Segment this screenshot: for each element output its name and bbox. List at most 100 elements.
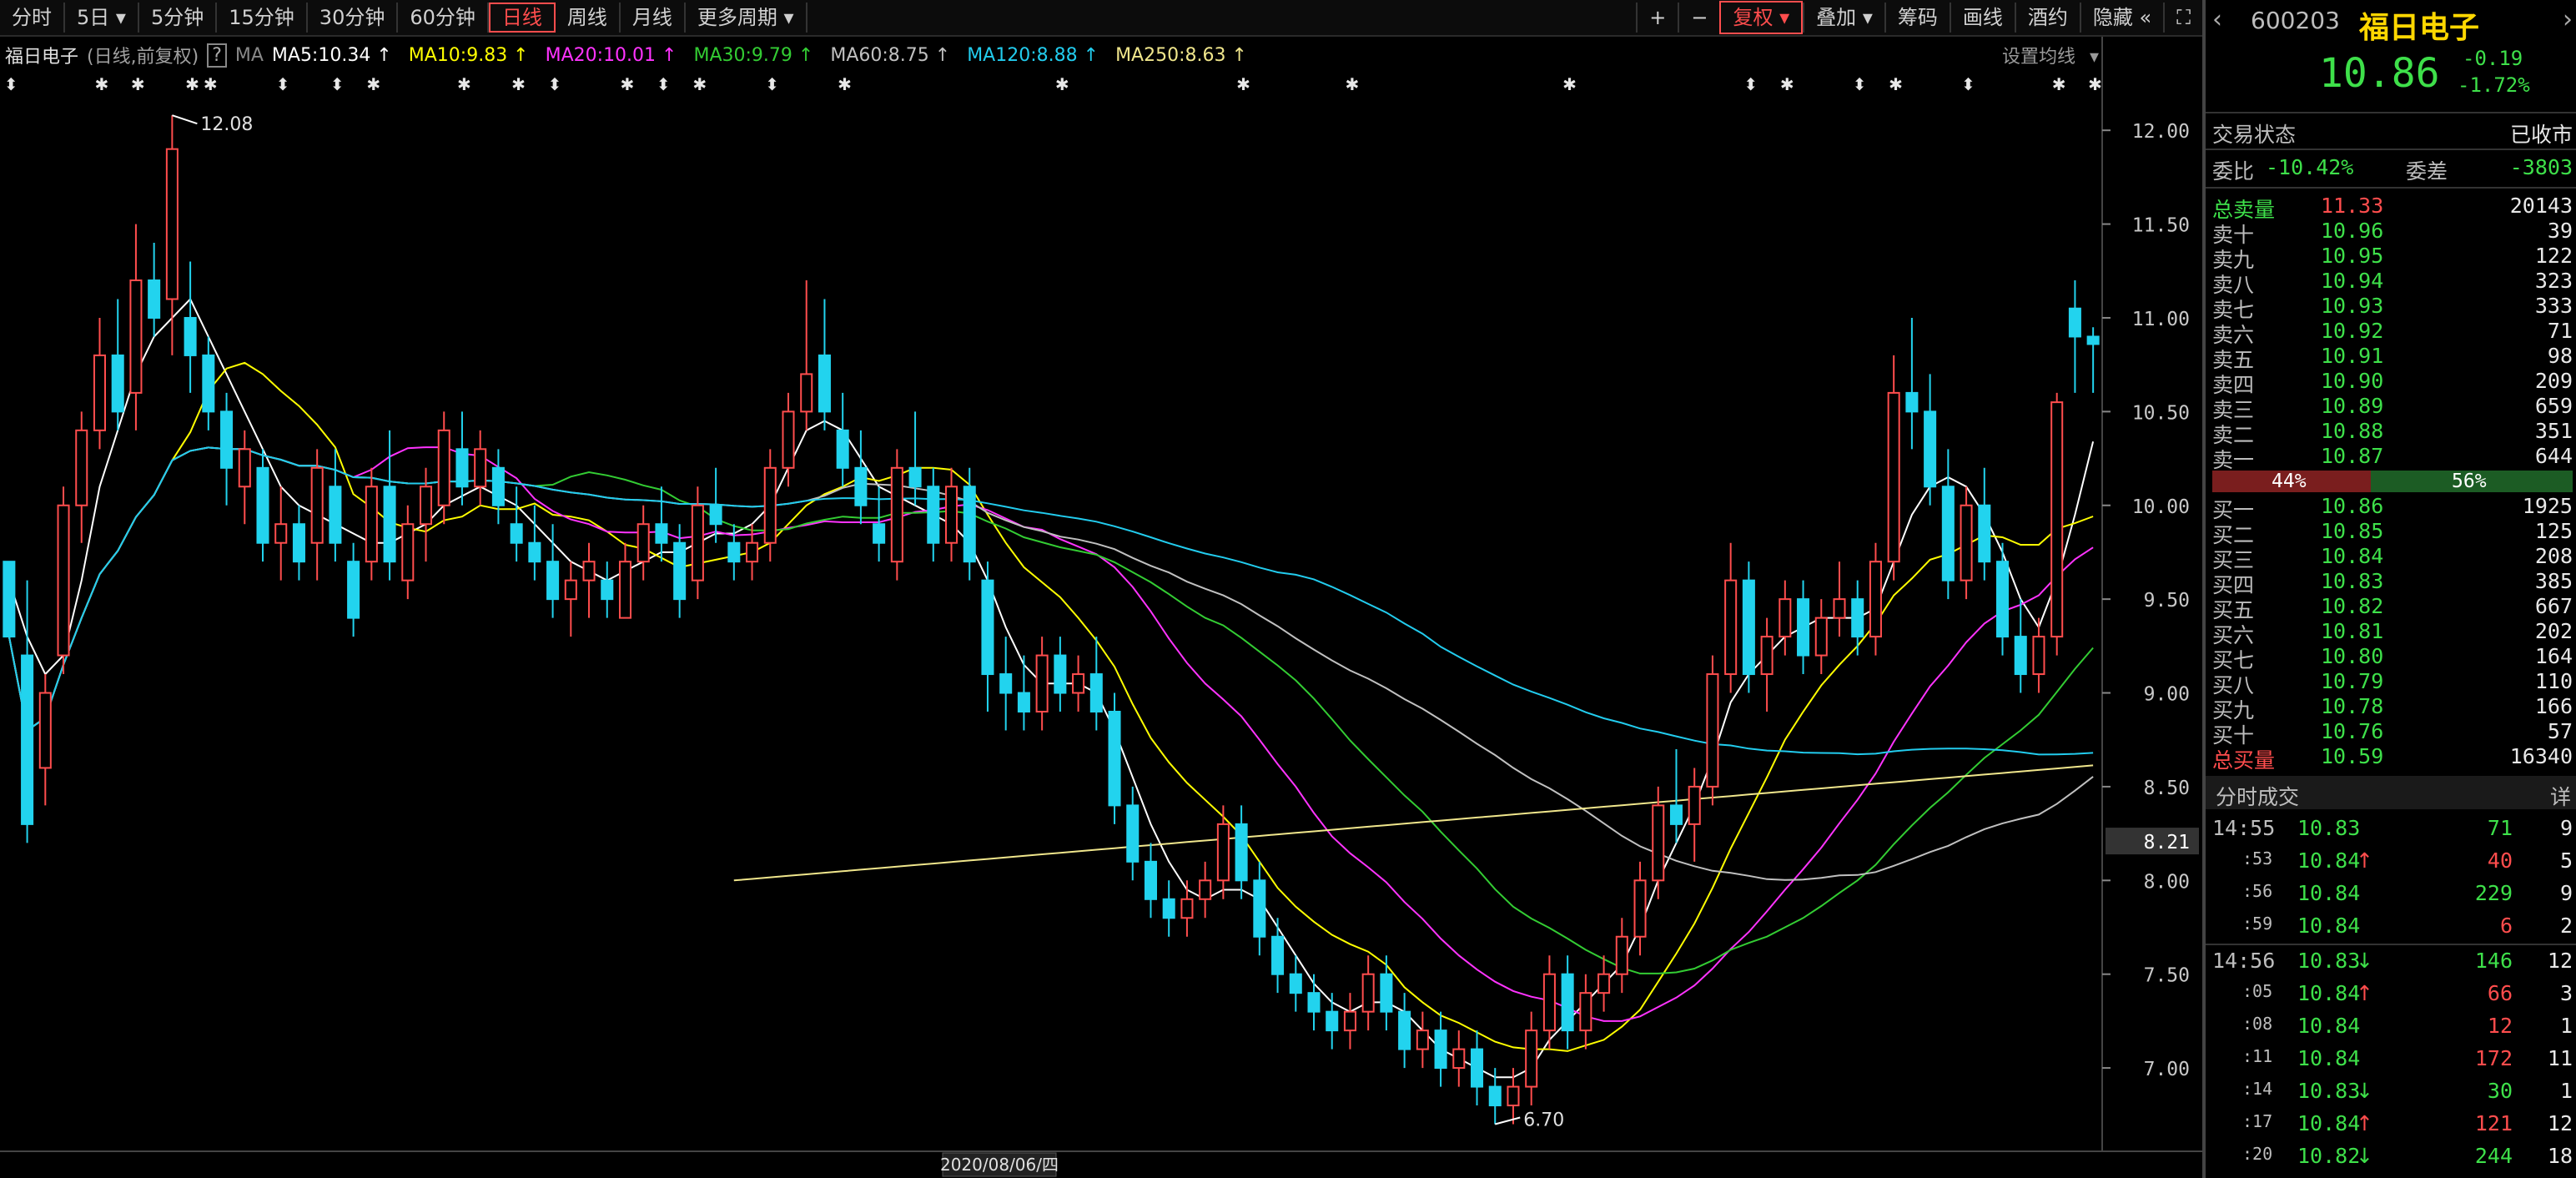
- candle-body: [1525, 1029, 1538, 1088]
- buy-level-row[interactable]: 买十 10.76 57: [2212, 719, 2573, 748]
- sell-level-row[interactable]: 卖九 10.95 122: [2212, 244, 2573, 272]
- candle-body: [963, 486, 976, 563]
- diff-label: 委差: [2406, 159, 2448, 184]
- candle-body: [1361, 973, 1375, 1013]
- tick-count: 9: [2559, 881, 2573, 905]
- candle-body: [1416, 1029, 1429, 1050]
- candle-body: [1017, 692, 1030, 713]
- tick-volume: 121: [2474, 1111, 2513, 1135]
- book-price: 10.91: [2321, 344, 2384, 368]
- candle-body: [836, 429, 849, 469]
- event-marker-icon: ⬍: [765, 74, 779, 94]
- kline-chart[interactable]: 12.00 11.50 11.00 10.50 10.00 9.50 9.00 8.50 8.0…: [0, 0, 2202, 1178]
- book-level-label: 卖一: [2212, 448, 2255, 472]
- tick-time: :11: [2242, 1046, 2273, 1066]
- book-volume: 202: [2534, 619, 2573, 643]
- chevron-left-icon[interactable]: ‹: [2212, 5, 2222, 34]
- sell-ratio-text: 44%: [2272, 471, 2307, 492]
- tick-price: 10.83: [2297, 949, 2361, 973]
- candle-body: [873, 523, 886, 544]
- buy-level-row[interactable]: 买七 10.80 164: [2212, 644, 2573, 672]
- buy-level-row[interactable]: 买四 10.83 385: [2212, 569, 2573, 597]
- tick-time: :17: [2242, 1111, 2273, 1131]
- ticks-title: 分时成交: [2216, 785, 2300, 809]
- last-price: 10.86: [2319, 50, 2440, 97]
- candle-body: [818, 354, 831, 413]
- candle-body: [782, 410, 795, 469]
- event-marker-icon: ⬍: [657, 74, 671, 94]
- buy-level-row[interactable]: 买六 10.81 202: [2212, 619, 2573, 647]
- ratio-value: -10.42%: [2266, 155, 2354, 179]
- sell-total-row[interactable]: 总卖量 11.33 20143: [2212, 194, 2573, 222]
- sell-level-row[interactable]: 卖五 10.91 98: [2212, 344, 2573, 372]
- buy-level-row[interactable]: 买三 10.84 208: [2212, 544, 2573, 572]
- ratio-label: 委比: [2212, 159, 2255, 184]
- sell-level-row[interactable]: 卖一 10.87 644: [2212, 444, 2573, 472]
- y-tick-label: 9.00: [2144, 684, 2190, 706]
- buy-level-row[interactable]: 买五 10.82 667: [2212, 594, 2573, 622]
- tick-price: 10.83: [2297, 1079, 2361, 1103]
- ticks-detail-button[interactable]: 详: [2550, 781, 2571, 811]
- candle-body: [1343, 1010, 1356, 1032]
- event-marker-icon: ✱: [1345, 74, 1359, 94]
- sell-level-row[interactable]: 卖八 10.94 323: [2212, 269, 2573, 297]
- tick-volume: 71: [2487, 816, 2513, 840]
- candle-body: [111, 354, 124, 413]
- candle-body: [999, 673, 1013, 694]
- tick-row: :20 10.82 ↓ 244 18: [2212, 1144, 2573, 1169]
- sell-level-row[interactable]: 卖二 10.88 351: [2212, 419, 2573, 447]
- trade-status-row: 交易状态 已收市: [2212, 118, 2573, 147]
- tick-volume: 12: [2487, 1014, 2513, 1038]
- buy-level-row[interactable]: 买二 10.85 125: [2212, 519, 2573, 547]
- book-price: 10.82: [2321, 594, 2384, 618]
- quote-panel: ‹ 600203 福日电子 › 10.86 -0.19 -1.72% 交易状态 …: [2202, 0, 2576, 1178]
- candle-body: [165, 148, 179, 300]
- event-marker-icon: ⬍: [548, 74, 562, 94]
- candle-body: [1144, 860, 1158, 900]
- book-volume: 333: [2534, 294, 2573, 318]
- tick-time: 14:55: [2212, 816, 2276, 840]
- stock-code: 600203: [2251, 7, 2340, 34]
- tick-price: 10.84: [2297, 1014, 2361, 1038]
- y-tick-label: 11.00: [2132, 309, 2190, 330]
- event-marker-icon: ✱: [2088, 74, 2102, 94]
- chevron-right-icon[interactable]: ›: [2563, 5, 2573, 34]
- tick-time: :14: [2242, 1079, 2273, 1099]
- candle-body: [401, 523, 415, 581]
- candle-body: [510, 523, 523, 544]
- candle-body: [220, 410, 234, 469]
- sell-level-row[interactable]: 卖七 10.93 333: [2212, 294, 2573, 322]
- buy-level-row[interactable]: 买一 10.86 1925: [2212, 494, 2573, 522]
- book-volume: 39: [2547, 219, 2573, 243]
- candle-body: [564, 579, 577, 601]
- candle-body: [1615, 935, 1628, 975]
- candle-body: [691, 504, 704, 581]
- candle-body: [709, 504, 722, 526]
- candle-body: [1996, 561, 2010, 638]
- book-volume: 1925: [2522, 494, 2573, 518]
- buy-total-row[interactable]: 总买量 10.59 16340: [2212, 744, 2573, 773]
- candle-body: [329, 486, 342, 544]
- candle-body: [1035, 654, 1049, 713]
- buy-level-row[interactable]: 买九 10.78 166: [2212, 694, 2573, 722]
- tick-volume: 30: [2487, 1079, 2513, 1103]
- buy-level-row[interactable]: 买八 10.79 110: [2212, 669, 2573, 697]
- sell-level-row[interactable]: 卖四 10.90 209: [2212, 369, 2573, 397]
- ticks-header: 分时成交 详: [2206, 776, 2576, 809]
- event-marker-icon: ⬍: [276, 74, 290, 94]
- event-marker-icon: ⬍: [330, 74, 345, 94]
- candle-body: [347, 561, 360, 619]
- candle-body: [1742, 579, 1755, 676]
- sell-level-row[interactable]: 卖十 10.96 39: [2212, 219, 2573, 247]
- sell-level-row[interactable]: 卖三 10.89 659: [2212, 394, 2573, 422]
- tick-row: :56 10.84 229 9: [2212, 881, 2573, 906]
- book-volume: 323: [2534, 269, 2573, 293]
- candle-body: [274, 523, 288, 544]
- tick-count: 2: [2559, 914, 2573, 938]
- book-volume: 16340: [2509, 744, 2573, 768]
- candle-body: [238, 448, 251, 488]
- event-marker-icon: ⬍: [4, 74, 18, 94]
- tick-row: :08 10.84 12 1: [2212, 1014, 2573, 1039]
- candle-body: [1797, 598, 1810, 657]
- sell-level-row[interactable]: 卖六 10.92 71: [2212, 319, 2573, 347]
